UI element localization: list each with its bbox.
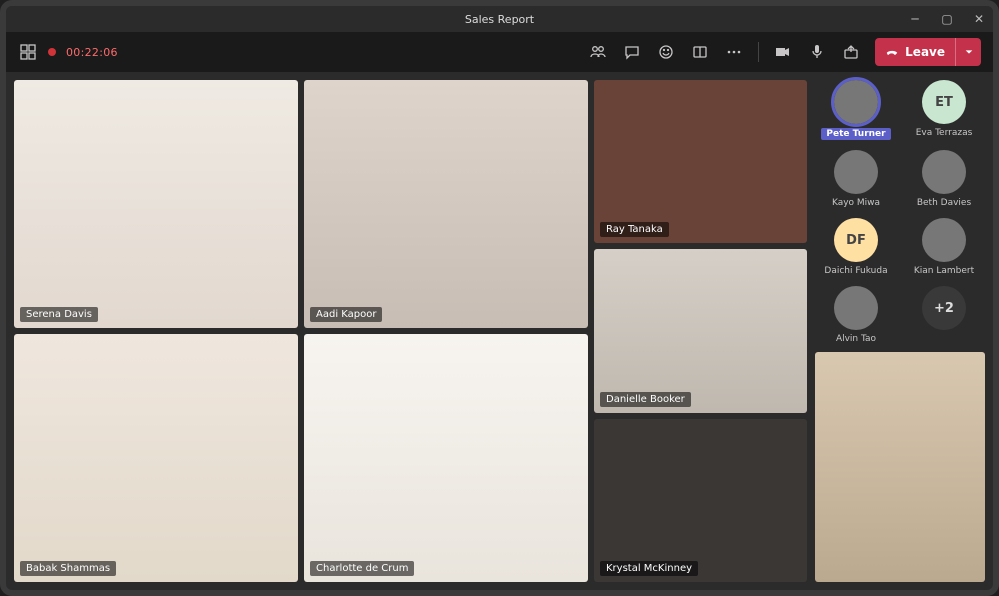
hangup-icon <box>885 45 899 59</box>
avatar <box>834 286 878 330</box>
video-tile[interactable]: Aadi Kapoor <box>304 80 588 328</box>
gallery-layout-button[interactable] <box>18 42 38 62</box>
participant-avatar-cell[interactable]: DF Daichi Fukuda <box>815 218 897 276</box>
minimize-button[interactable]: ─ <box>907 12 923 26</box>
avatar: ET <box>922 80 966 124</box>
video-tile[interactable]: Danielle Booker <box>594 249 807 412</box>
avatar <box>834 80 878 124</box>
participant-name: Babak Shammas <box>20 561 116 576</box>
participant-avatar-cell[interactable]: ET Eva Terrazas <box>903 80 985 140</box>
avatar <box>834 150 878 194</box>
content-area: Serena Davis Aadi Kapoor Ray Tanaka Dani… <box>6 72 993 590</box>
rooms-button[interactable] <box>690 42 710 62</box>
participant-name: Kayo Miwa <box>832 198 880 208</box>
overflow-avatar-cell[interactable]: +2 <box>903 286 985 344</box>
more-button[interactable] <box>724 42 744 62</box>
toolbar: 00:22:06 <box>6 32 993 72</box>
recording-indicator-icon <box>48 48 56 56</box>
participant-name: Eva Terrazas <box>916 128 973 138</box>
recording-time: 00:22:06 <box>66 46 118 59</box>
maximize-button[interactable]: ▢ <box>939 12 955 26</box>
people-button[interactable] <box>588 42 608 62</box>
mic-button[interactable] <box>807 42 827 62</box>
participant-name <box>943 334 946 344</box>
overflow-count: +2 <box>922 286 966 330</box>
avatar: DF <box>834 218 878 262</box>
titlebar: Sales Report ─ ▢ ✕ <box>6 6 993 32</box>
video-tile[interactable]: Serena Davis <box>14 80 298 328</box>
participant-avatar-cell[interactable]: Kian Lambert <box>903 218 985 276</box>
participant-name: Serena Davis <box>20 307 98 322</box>
close-button[interactable]: ✕ <box>971 12 987 26</box>
video-tile[interactable]: Charlotte de Crum <box>304 334 588 582</box>
participant-name: Aadi Kapoor <box>310 307 382 322</box>
participant-name: Ray Tanaka <box>600 222 669 237</box>
video-tile[interactable]: Babak Shammas <box>14 334 298 582</box>
avatar <box>922 218 966 262</box>
video-grid: Serena Davis Aadi Kapoor Ray Tanaka Dani… <box>14 80 807 582</box>
share-button[interactable] <box>841 42 861 62</box>
leave-options-caret[interactable] <box>955 38 981 66</box>
window-title: Sales Report <box>465 13 534 26</box>
video-tile[interactable]: Krystal McKinney <box>594 419 807 582</box>
app-window: Sales Report ─ ▢ ✕ 00:22:06 <box>0 0 999 596</box>
camera-button[interactable] <box>773 42 793 62</box>
participant-name: Alvin Tao <box>836 334 876 344</box>
video-tile[interactable]: Ray Tanaka <box>594 80 807 243</box>
speaking-badge: Pete Turner <box>821 128 890 140</box>
chat-button[interactable] <box>622 42 642 62</box>
divider <box>758 42 759 62</box>
participant-avatar-cell[interactable]: Kayo Miwa <box>815 150 897 208</box>
reactions-button[interactable] <box>656 42 676 62</box>
participant-name: Daichi Fukuda <box>824 266 887 276</box>
chevron-down-icon <box>964 47 974 57</box>
participants-panel: Pete Turner ET Eva Terrazas Kayo Miwa Be… <box>815 80 985 582</box>
participant-name: Krystal McKinney <box>600 561 698 576</box>
participant-avatar-cell[interactable]: Alvin Tao <box>815 286 897 344</box>
self-video-tile[interactable] <box>815 352 985 582</box>
participant-name: Charlotte de Crum <box>310 561 414 576</box>
participant-avatar-cell[interactable]: Beth Davies <box>903 150 985 208</box>
participant-name: Beth Davies <box>917 198 971 208</box>
leave-button[interactable]: Leave <box>875 38 981 66</box>
participant-name: Danielle Booker <box>600 392 691 407</box>
avatar <box>922 150 966 194</box>
participant-name: Kian Lambert <box>914 266 974 276</box>
participant-avatar-cell[interactable]: Pete Turner <box>815 80 897 140</box>
leave-label: Leave <box>905 45 945 59</box>
